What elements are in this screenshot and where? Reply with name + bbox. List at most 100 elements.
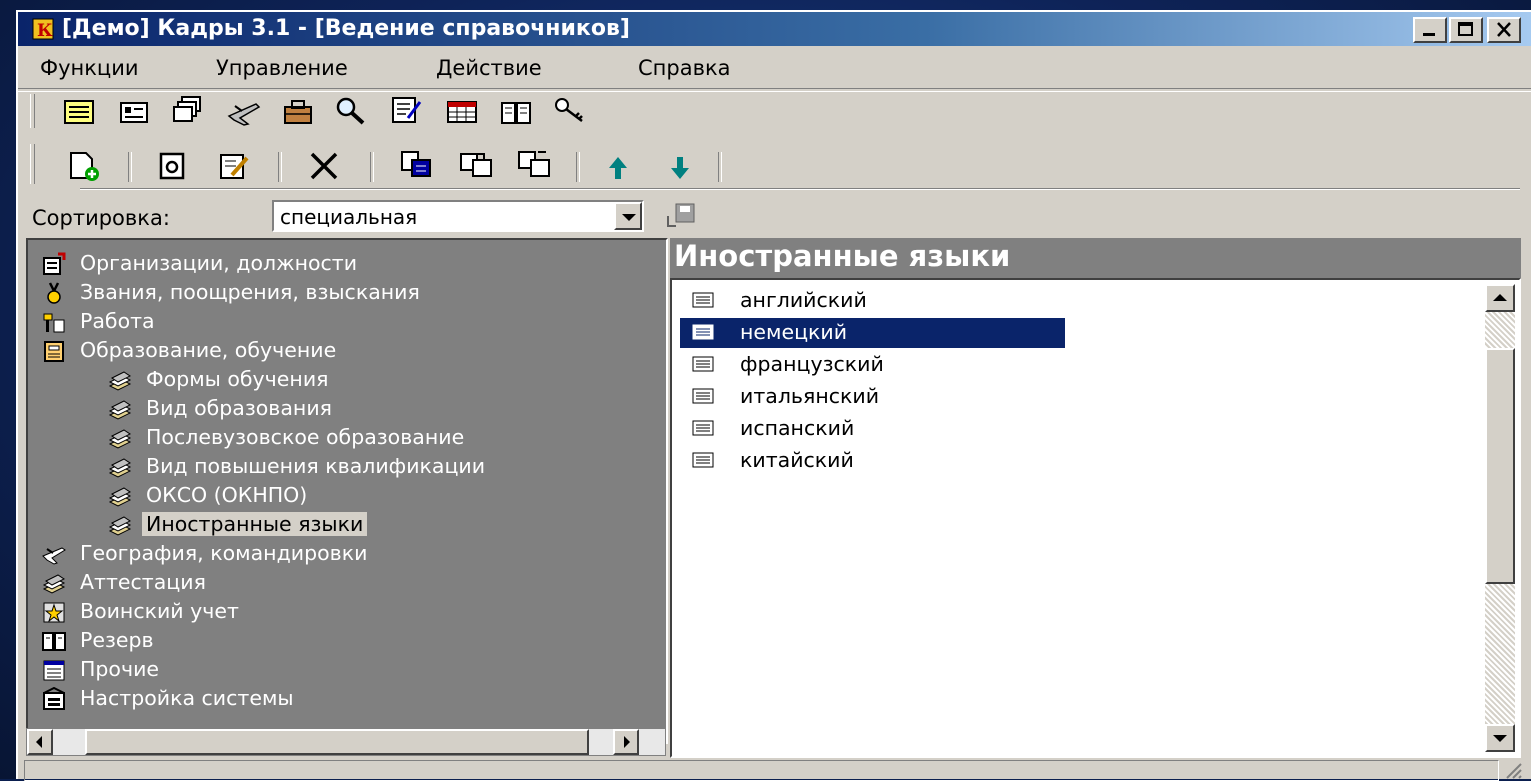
list-vertical-scrollbar[interactable]	[1485, 284, 1515, 752]
toolbar-separator	[278, 152, 282, 182]
arrow-right-icon	[624, 736, 630, 748]
move-down-icon[interactable]	[662, 152, 698, 184]
status-bar	[18, 760, 1531, 781]
scroll-thumb[interactable]	[85, 729, 589, 755]
maximize-icon	[1458, 22, 1473, 36]
card-icon[interactable]	[116, 96, 152, 128]
window-title: [Демо] Кадры 3.1 - [Ведение справочников…	[62, 16, 630, 41]
toolbar-separator	[128, 152, 132, 182]
star-icon	[43, 602, 65, 623]
cards-stack-icon[interactable]	[170, 94, 206, 126]
scroll-right-button[interactable]	[613, 729, 639, 755]
save-sort-icon[interactable]	[664, 202, 698, 232]
key-icon[interactable]	[552, 94, 588, 126]
app-icon: К	[32, 18, 54, 41]
close-icon	[1497, 22, 1511, 37]
education-icon	[44, 341, 64, 362]
record-icon	[692, 420, 714, 436]
menu-bar: Функции Управление Действие Справка	[18, 54, 1531, 84]
books-icon	[108, 400, 132, 420]
language-list[interactable]: английский немецкий французский итальянс…	[670, 278, 1521, 758]
work-icon	[43, 313, 65, 333]
scroll-down-button[interactable]	[1485, 724, 1515, 752]
new-record-icon[interactable]	[66, 150, 102, 182]
sort-row: Сортировка: специальная	[18, 200, 1018, 236]
window-controls	[1413, 17, 1521, 43]
settings-icon	[43, 687, 65, 710]
cut-icon[interactable]	[516, 148, 552, 180]
edit-record-icon[interactable]	[216, 150, 252, 182]
menu-management[interactable]: Управление	[216, 56, 348, 80]
list-icon	[43, 660, 65, 681]
paste-icon[interactable]	[398, 148, 434, 180]
content-title: Иностранные языки	[674, 239, 1011, 273]
svg-text:К: К	[37, 21, 53, 41]
books-icon	[108, 516, 132, 536]
app-window: К [Демо] Кадры 3.1 - [Ведение справочник…	[16, 10, 1531, 781]
record-icon	[692, 452, 714, 468]
toolbar-separator	[718, 152, 722, 182]
medal-icon	[47, 282, 61, 304]
navigation-toolbar	[24, 92, 1524, 132]
toolbar-grip[interactable]	[30, 144, 35, 184]
chevron-down-icon[interactable]	[614, 202, 642, 230]
scroll-thumb[interactable]	[1485, 348, 1515, 584]
books-icon	[108, 487, 132, 507]
scroll-up-button[interactable]	[1485, 284, 1515, 312]
reference-tree[interactable]: Организации, должности Звания, поощрения…	[26, 238, 668, 744]
book-icon	[42, 632, 66, 651]
organization-icon	[43, 252, 66, 275]
toolbar-separator	[576, 152, 580, 182]
record-icon	[692, 324, 714, 340]
record-icon	[692, 356, 714, 372]
menu-help[interactable]: Справка	[638, 56, 731, 80]
table-icon[interactable]	[444, 96, 480, 128]
list-item[interactable]: французский	[680, 350, 1065, 380]
toolbar-divider	[80, 188, 1520, 190]
airplane-icon	[42, 547, 66, 565]
arrow-left-icon	[36, 736, 42, 748]
sort-select[interactable]: специальная	[272, 200, 644, 232]
move-up-icon[interactable]	[600, 152, 636, 184]
delete-icon[interactable]	[306, 150, 342, 182]
sort-value: специальная	[280, 205, 418, 229]
airplane-icon[interactable]	[226, 96, 262, 128]
content-panel: Иностранные языки английский немецкий фр…	[670, 238, 1521, 758]
briefcase-icon[interactable]	[280, 96, 316, 128]
tree-horizontal-scrollbar[interactable]	[26, 728, 666, 756]
menu-action[interactable]: Действие	[436, 56, 542, 80]
resize-grip-icon[interactable]	[1503, 760, 1523, 780]
list-item[interactable]: китайский	[680, 446, 1065, 476]
list-item[interactable]: английский	[680, 286, 1065, 316]
record-toolbar	[24, 142, 1524, 188]
close-button[interactable]	[1487, 17, 1521, 43]
list-item-selected[interactable]: немецкий	[680, 318, 1065, 348]
list-item[interactable]: итальянский	[680, 382, 1065, 412]
arrow-down-icon	[1493, 735, 1507, 742]
copy-icon[interactable]	[458, 148, 494, 180]
document-edit-icon[interactable]	[388, 94, 424, 126]
menu-functions[interactable]: Функции	[40, 56, 139, 80]
card-list-icon[interactable]	[62, 96, 98, 128]
record-icon	[692, 388, 714, 404]
maximize-button[interactable]	[1449, 17, 1483, 43]
status-field	[24, 760, 1499, 781]
toolbar-grip[interactable]	[30, 94, 35, 128]
view-record-icon[interactable]	[156, 150, 192, 182]
record-icon	[692, 292, 714, 308]
book-icon[interactable]	[498, 96, 534, 128]
minimize-icon	[1423, 33, 1435, 36]
minimize-button[interactable]	[1413, 17, 1447, 43]
books-icon	[108, 371, 132, 391]
title-bar[interactable]: К [Демо] Кадры 3.1 - [Ведение справочник…	[18, 12, 1531, 46]
arrow-up-icon	[1493, 294, 1507, 301]
books-icon	[108, 458, 132, 478]
scroll-left-button[interactable]	[27, 729, 53, 755]
search-icon[interactable]	[332, 94, 368, 126]
toolbar-separator	[370, 152, 374, 182]
books-icon	[42, 574, 66, 594]
content-header: Иностранные языки	[670, 238, 1521, 278]
books-icon	[108, 429, 132, 449]
sort-label: Сортировка:	[32, 206, 170, 230]
list-item[interactable]: испанский	[680, 414, 1065, 444]
